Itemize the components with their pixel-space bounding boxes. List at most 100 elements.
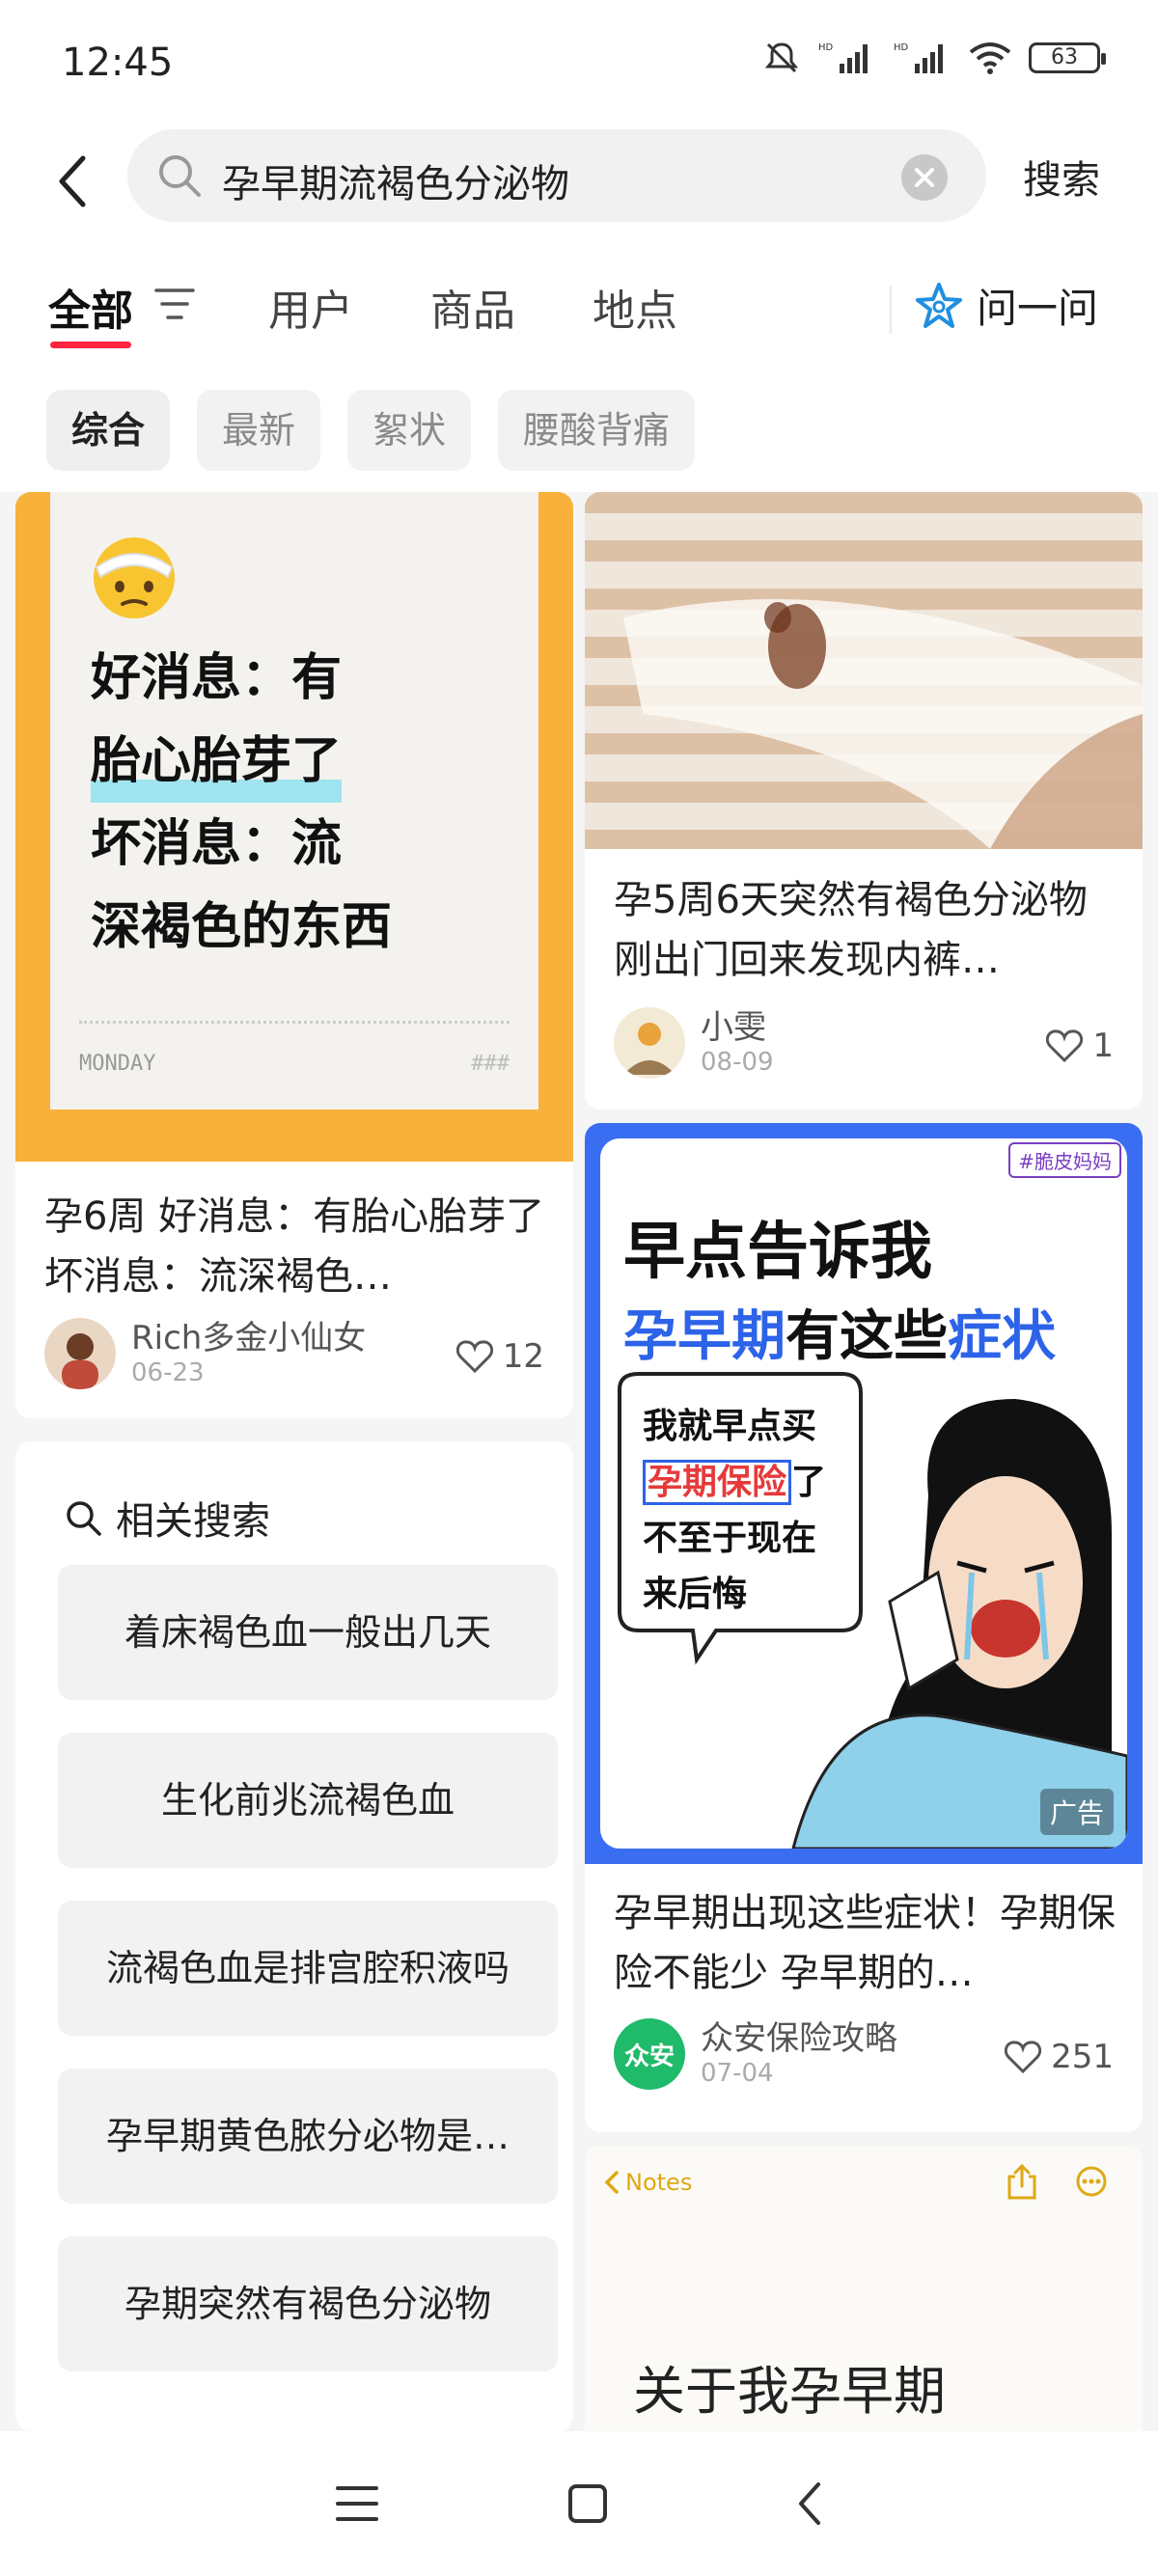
related-search-item[interactable]: 孕早期黄色脓分必物是…	[58, 2069, 558, 2204]
related-search-item[interactable]: 孕期突然有褐色分泌物	[58, 2236, 558, 2371]
avatar	[44, 1318, 116, 1389]
active-tab-indicator	[50, 342, 131, 348]
home-icon[interactable]	[566, 2482, 609, 2525]
cover-text-line2: 胎心胎芽了	[91, 720, 343, 803]
ad-headline-2a: 孕早期	[623, 1305, 786, 1368]
signal-icon-2: HD	[894, 42, 943, 73]
avatar: 众安	[614, 2018, 685, 2090]
like-count: 12	[502, 1337, 544, 1376]
search-input[interactable]: 孕早期流褐色分泌物	[127, 129, 986, 222]
bubble-line-2: 了	[791, 1463, 827, 1502]
like-count: 1	[1092, 1027, 1114, 1065]
ask-button[interactable]: 问一问	[915, 276, 1098, 335]
related-title-text: 相关搜索	[116, 1499, 270, 1544]
ask-label: 问一问	[977, 285, 1099, 332]
signal-icon: HD	[818, 42, 868, 73]
ad-headline-1: 早点告诉我	[623, 1217, 932, 1288]
tab-users[interactable]: 用户	[268, 276, 353, 338]
status-bar: 12:45 HD HD 63	[0, 0, 1158, 125]
notes-back-label: Notes	[625, 2169, 693, 2196]
post-date: 06-23	[131, 1358, 205, 1387]
search-icon	[159, 155, 201, 197]
avatar	[614, 1007, 685, 1079]
tabs-divider	[890, 286, 892, 334]
bubble-line-4: 来后悔	[643, 1575, 748, 1614]
cover-text-line1: 好消息：有	[91, 649, 343, 707]
mute-icon	[764, 42, 799, 73]
search-header: 孕早期流褐色分泌物 搜索	[0, 125, 1158, 251]
chip-flocculent[interactable]: 絮状	[347, 390, 472, 471]
card-title: 孕早期出现这些症状！孕期保险不能少 孕早期的…	[614, 1891, 1116, 1995]
clear-button[interactable]	[901, 154, 948, 201]
heart-icon	[1046, 1029, 1084, 1062]
search-icon	[67, 1501, 101, 1536]
ad-card[interactable]: #脆皮妈妈 早点告诉我 孕早期有这些症状 我就早点买 孕期保险 了 不至于现在 …	[585, 1123, 1143, 2132]
wifi-icon	[969, 42, 1011, 74]
related-search-item[interactable]: 流褐色血是排宫腔积液吗	[58, 1901, 558, 2036]
ticket-perforation	[79, 1021, 510, 1024]
bandaged-face-emoji-icon	[94, 537, 175, 618]
ad-tag: #脆皮妈妈	[1008, 1142, 1121, 1178]
author-name: 众安保险攻略	[701, 2019, 897, 2058]
note-card[interactable]: Notes 关于我孕早期	[585, 2146, 1143, 2431]
heart-icon	[455, 1340, 493, 1373]
bubble-highlight: 孕期保险	[643, 1460, 792, 1505]
ad-headline-2c: 症状	[948, 1305, 1056, 1368]
post-date: 08-09	[701, 1048, 774, 1077]
filter-chips: 综合 最新 絮状 腰酸背痛	[0, 367, 1158, 492]
chip-latest[interactable]: 最新	[197, 390, 321, 471]
heart-icon	[1005, 2041, 1042, 2073]
search-button[interactable]: 搜索	[1023, 149, 1100, 205]
status-time: 12:45	[62, 41, 174, 85]
card-cover-image	[585, 492, 1143, 849]
cover-text-line3: 坏消息：流	[91, 815, 343, 873]
related-search-item[interactable]: 生化前兆流褐色血	[58, 1733, 558, 1868]
card-author[interactable]: 众安 众安保险攻略 07-04	[614, 2018, 897, 2090]
post-date: 07-04	[701, 2059, 774, 2088]
bubble-line-1: 我就早点买	[643, 1407, 817, 1446]
author-name: 小雯	[701, 1008, 766, 1047]
ad-headline-2b: 有这些	[786, 1305, 948, 1368]
card-author[interactable]: Rich多金小仙女 06-23	[44, 1318, 366, 1389]
back-arrow-icon	[59, 155, 86, 207]
card-author[interactable]: 小雯 08-09	[614, 1007, 774, 1079]
share-icon	[1007, 2163, 1036, 2200]
results-feed: 好消息：有 胎心胎芽了 坏消息：流 深褐色的东西 MONDAY ### 孕6周 …	[0, 492, 1158, 2431]
more-options-icon	[1076, 2166, 1107, 2197]
ticket-day: MONDAY	[79, 1052, 156, 1076]
ticket-graphic: 好消息：有 胎心胎芽了 坏消息：流 深褐色的东西 MONDAY ###	[50, 492, 538, 1110]
related-search-item[interactable]: 着床褐色血一般出几天	[58, 1565, 558, 1700]
tab-all[interactable]: 全部	[48, 276, 133, 338]
author-name: Rich多金小仙女	[131, 1319, 367, 1357]
card-cover-image: Notes 关于我孕早期	[585, 2146, 1143, 2431]
chevron-left-icon	[604, 2171, 619, 2194]
chip-backache[interactable]: 腰酸背痛	[498, 390, 696, 471]
like-button[interactable]: 12	[455, 1337, 544, 1376]
status-icons: HD HD 63	[762, 39, 1106, 77]
tab-places[interactable]: 地点	[593, 276, 677, 338]
search-query: 孕早期流褐色分泌物	[222, 162, 569, 206]
like-count: 251	[1051, 2038, 1114, 2076]
note-card[interactable]: 孕5周6天突然有褐色分泌物 刚出门回来发现内裤… 小雯 08-09 1	[585, 492, 1143, 1110]
chip-comprehensive[interactable]: 综合	[46, 390, 171, 471]
card-title: 孕6周 好消息：有胎心胎芽了 坏消息：流深褐色…	[44, 1194, 545, 1299]
notes-back: Notes	[604, 2169, 692, 2196]
like-button[interactable]: 1	[1046, 1027, 1114, 1065]
related-searches: 相关搜索 着床褐色血一般出几天 生化前兆流褐色血 流褐色血是排宫腔积液吗 孕早期…	[15, 1441, 573, 2431]
tab-products[interactable]: 商品	[430, 276, 515, 338]
bubble-line-3: 不至于现在	[643, 1519, 817, 1558]
back-button[interactable]	[39, 143, 106, 220]
system-nav-bar	[0, 2431, 1158, 2576]
menu-icon[interactable]	[334, 2484, 380, 2523]
card-cover-image: #脆皮妈妈 早点告诉我 孕早期有这些症状 我就早点买 孕期保险 了 不至于现在 …	[585, 1123, 1143, 1864]
close-icon	[915, 168, 934, 187]
filter-icon[interactable]	[154, 286, 195, 322]
back-nav-icon[interactable]	[795, 2480, 824, 2527]
cover-text-line4: 深褐色的东西	[91, 898, 393, 956]
like-button[interactable]: 251	[1005, 2038, 1114, 2076]
svg-text:HD: HD	[818, 42, 834, 53]
notes-title: 关于我孕早期	[633, 2361, 946, 2422]
svg-text:HD: HD	[894, 42, 909, 53]
related-searches-title: 相关搜索	[64, 1490, 270, 1546]
note-card[interactable]: 好消息：有 胎心胎芽了 坏消息：流 深褐色的东西 MONDAY ### 孕6周 …	[15, 492, 573, 1418]
